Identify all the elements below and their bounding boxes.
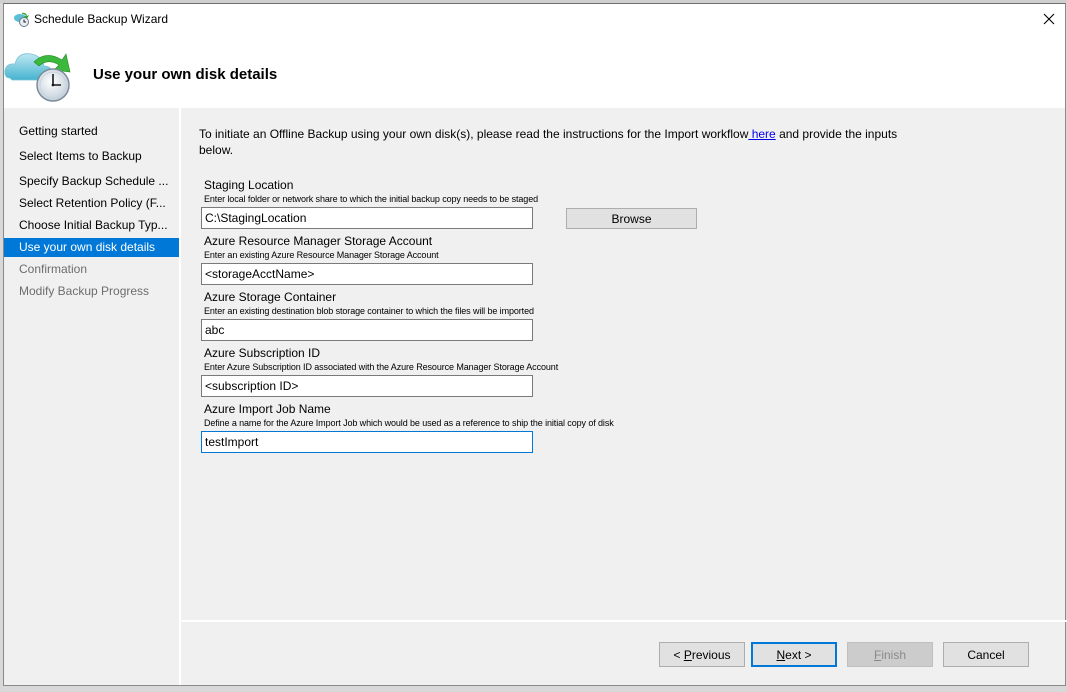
previous-rest: revious <box>691 647 731 662</box>
staging-location-label: Staging Location <box>204 178 294 192</box>
title-bar: Schedule Backup Wizard <box>4 4 1065 34</box>
wizard-header: Use your own disk details <box>4 34 1065 108</box>
nav-step-initial-backup-type[interactable]: Choose Initial Backup Typ... <box>4 216 179 235</box>
previous-accel: P <box>683 647 692 662</box>
import-job-name-label: Azure Import Job Name <box>204 402 331 416</box>
storage-container-input[interactable]: abc <box>201 319 533 341</box>
nav-step-confirmation: Confirmation <box>19 262 88 276</box>
next-button[interactable]: Next > <box>751 642 837 667</box>
cancel-button[interactable]: Cancel <box>943 642 1029 667</box>
nav-step-modify-progress: Modify Backup Progress <box>19 284 150 298</box>
cloud-backup-clock-icon <box>13 11 31 27</box>
next-accel: N <box>776 647 786 662</box>
intro-text: To initiate an Offline Backup using your… <box>199 126 919 158</box>
close-button[interactable] <box>1033 4 1065 34</box>
finish-accel: F <box>873 647 882 662</box>
wizard-content: To initiate an Offline Backup using your… <box>181 108 1067 620</box>
finish-rest: inish <box>881 647 907 662</box>
browse-button[interactable]: Browse <box>566 208 697 229</box>
storage-container-label: Azure Storage Container <box>204 290 337 304</box>
subscription-id-hint: Enter Azure Subscription ID associated w… <box>204 362 559 372</box>
storage-container-hint: Enter an existing destination blob stora… <box>204 306 534 316</box>
subscription-id-input[interactable]: <subscription ID> <box>201 375 533 397</box>
storage-account-input[interactable]: <storageAcctName> <box>201 263 533 285</box>
nav-step-retention-policy[interactable]: Select Retention Policy (F... <box>4 194 179 213</box>
storage-account-hint: Enter an existing Azure Resource Manager… <box>204 250 439 260</box>
page-title: Use your own disk details <box>93 66 278 83</box>
staging-location-input[interactable]: C:\StagingLocation <box>201 207 533 229</box>
staging-location-hint: Enter local folder or network share to w… <box>204 194 538 204</box>
nav-step-own-disk-details[interactable]: Use your own disk details <box>4 238 179 257</box>
nav-step-getting-started[interactable]: Getting started <box>4 122 179 141</box>
subscription-id-label: Azure Subscription ID <box>204 346 321 360</box>
footer-divider <box>181 620 1067 622</box>
nav-step-select-items[interactable]: Select Items to Backup <box>4 147 179 166</box>
intro-text-before: To initiate an Offline Backup using your… <box>199 127 749 141</box>
instructions-link[interactable]: here <box>748 127 776 141</box>
wizard-window: Schedule Backup Wizard Use your own disk… <box>3 3 1067 686</box>
close-icon <box>1043 13 1055 25</box>
window-title: Schedule Backup Wizard <box>34 12 169 26</box>
next-rest: ext > <box>785 647 812 662</box>
previous-button[interactable]: < Previous <box>659 642 745 667</box>
import-job-name-input[interactable]: testImport <box>201 431 533 453</box>
wizard-steps-nav: Getting started Select Items to Backup S… <box>4 108 179 685</box>
storage-account-label: Azure Resource Manager Storage Account <box>204 234 433 248</box>
import-job-name-hint: Define a name for the Azure Import Job w… <box>204 418 614 428</box>
finish-button: Finish <box>847 642 933 667</box>
previous-prefix: < <box>673 647 684 662</box>
cloud-backup-clock-icon <box>4 44 74 104</box>
nav-step-backup-schedule[interactable]: Specify Backup Schedule ... <box>4 172 179 191</box>
